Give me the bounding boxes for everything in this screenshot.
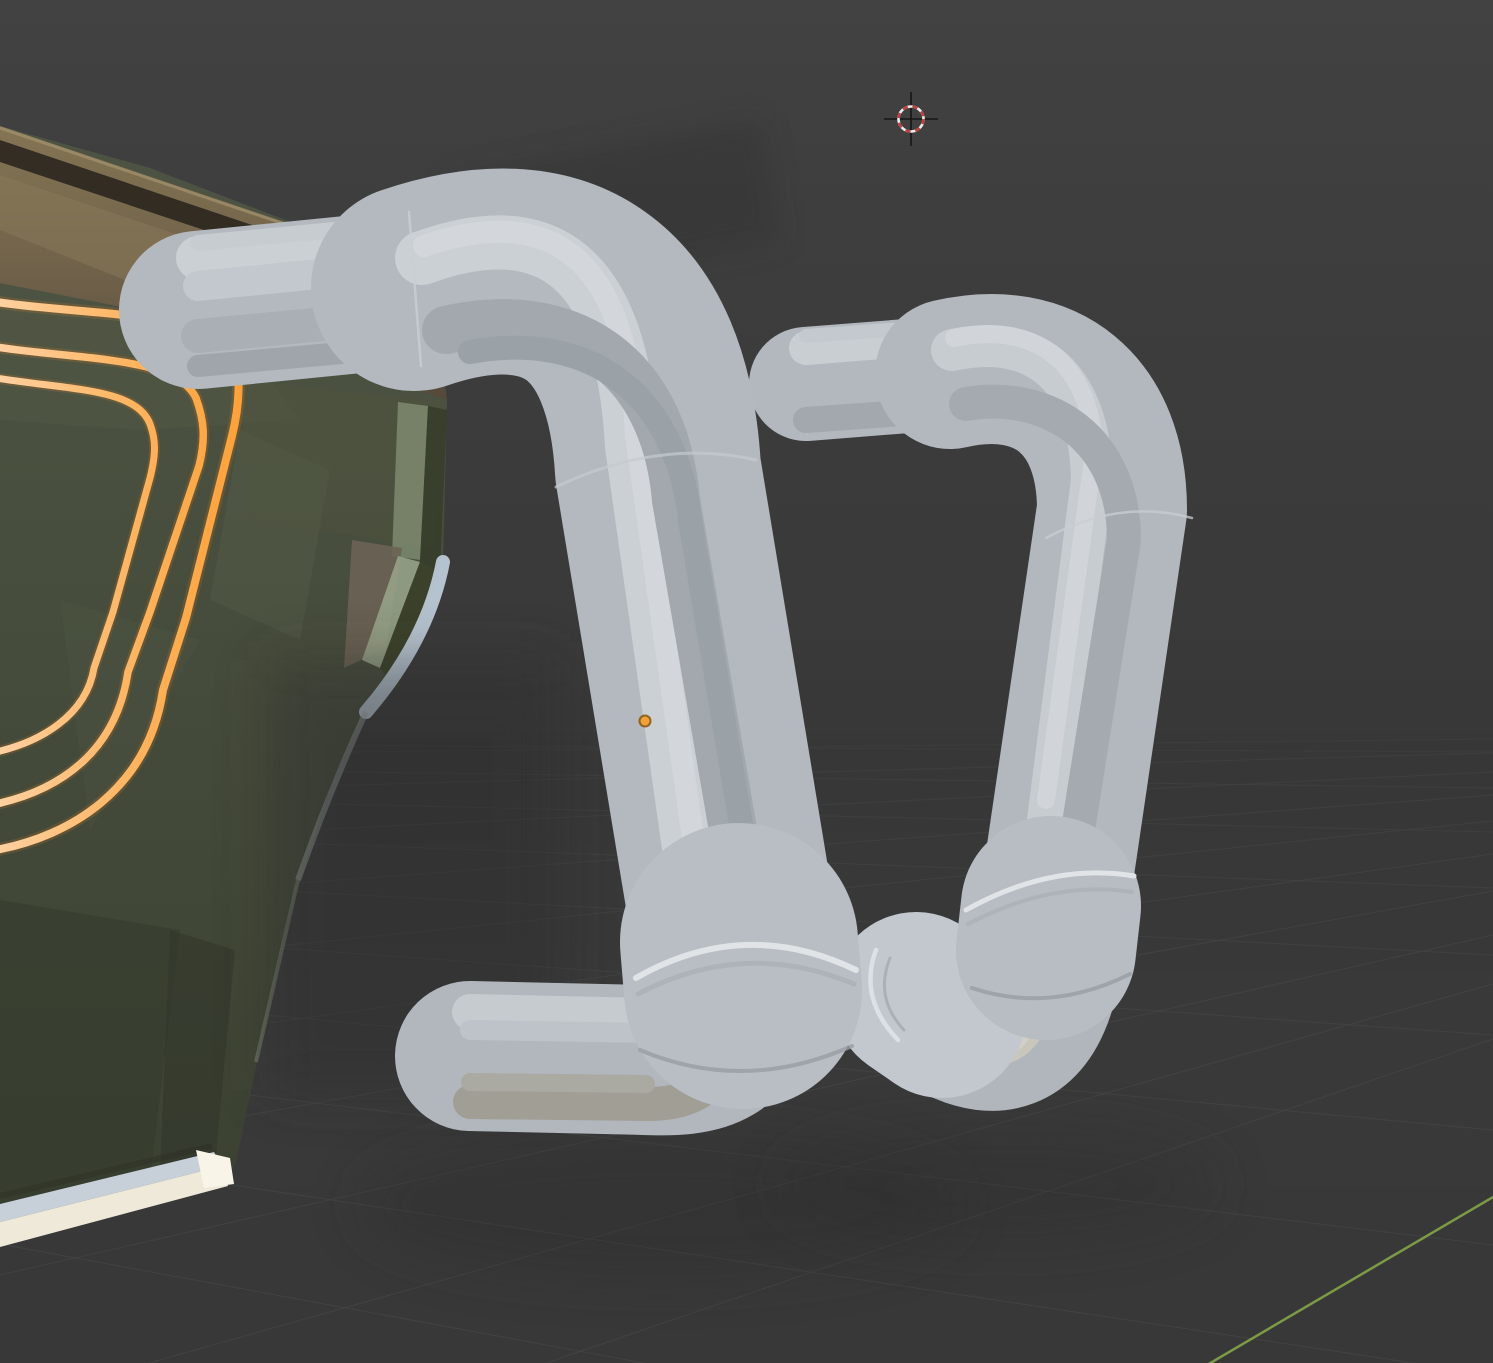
floor-shadow [780, 1130, 1220, 1240]
pipe-small-coupling [1046, 906, 1051, 950]
viewport-3d[interactable] [0, 0, 1493, 1363]
pipe-large-bottom-shadow2 [470, 1082, 646, 1084]
pipe-small-end-collar [916, 996, 942, 1014]
object-origin-point[interactable] [639, 715, 652, 728]
pipe-large-bottom-highlight2 [470, 1030, 650, 1033]
origin-point-dot [641, 717, 650, 726]
viewport-canvas[interactable] [0, 0, 1493, 1363]
